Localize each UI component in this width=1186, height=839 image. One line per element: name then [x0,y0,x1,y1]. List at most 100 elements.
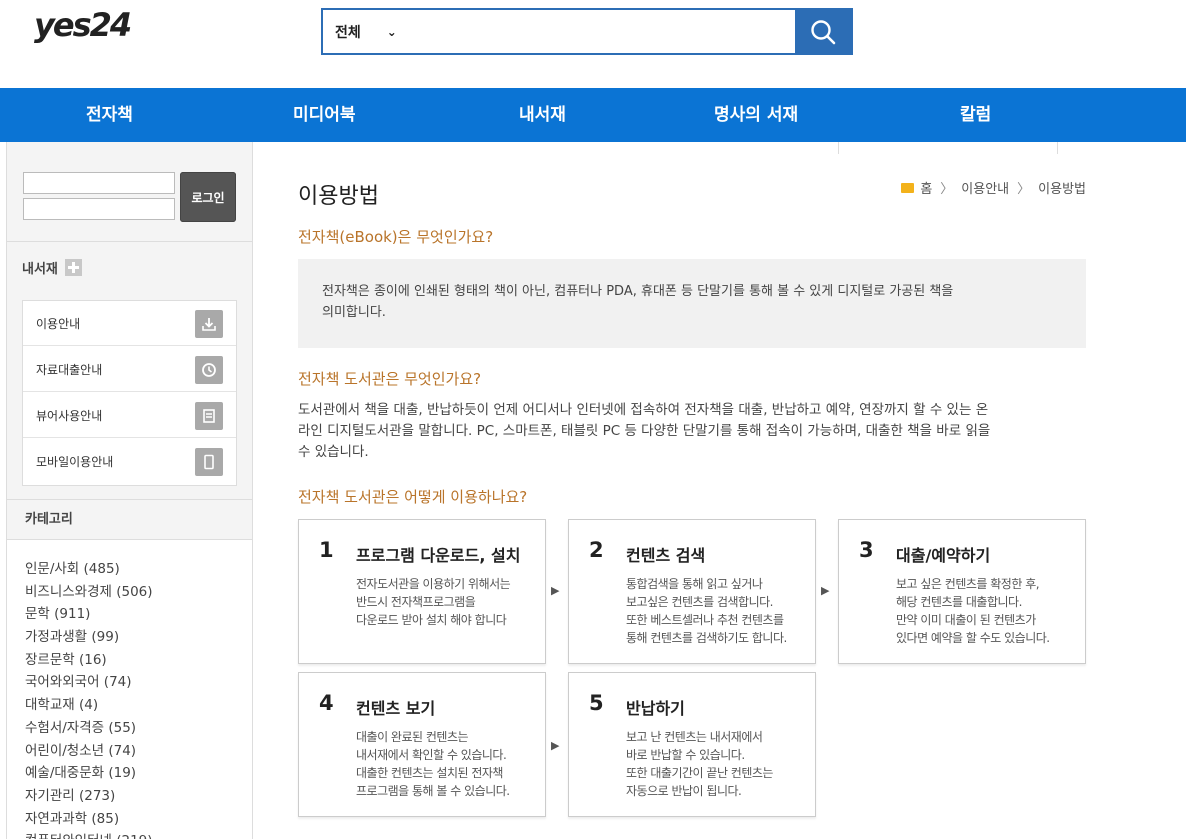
step-description-line: 내서재에서 확인할 수 있습니다. [356,748,507,762]
step-card-4: 4 컨텐츠 보기 대출이 완료된 컨텐츠는 내서재에서 확인할 수 있습니다. … [298,672,546,817]
my-library-label: 내서재 [22,262,58,277]
guide-list: 이용안내 자료대출안내 뷰어사용안내 모바일이용안내 [22,300,237,486]
breadcrumb: 홈 〉 이용안내 〉 이용방법 [901,178,1086,197]
step-card-2: 2 컨텐츠 검색 통합검색을 통해 읽고 싶거나 보고싶은 컨텐츠를 검색합니다… [568,519,816,664]
download-icon [195,310,223,338]
category-item[interactable]: 국어와외국어 (74) [25,671,153,694]
breadcrumb-guide[interactable]: 이용안내 [961,178,1009,197]
step-number: 3 [859,538,874,562]
step-title: 프로그램 다운로드, 설치 [356,546,521,565]
chevron-right-icon: 〉 [1017,182,1031,197]
category-item[interactable]: 비즈니스와경제 (506) [25,581,153,604]
step-number: 4 [319,691,334,715]
step-number: 2 [589,538,604,562]
step-description-line: 통해 컨텐츠를 검색하기도 합니다. [626,631,787,645]
folder-icon [901,182,915,193]
chevron-right-icon: 〉 [940,182,954,197]
ebook-description-line: 의미합니다. [322,305,386,320]
main-nav: 전자책 미디어북 내서재 명사의 서재 칼럼 [0,88,1186,142]
breadcrumb-home[interactable]: 홈 [920,178,932,197]
step-description: 보고 싶은 컨텐츠를 확정한 후, 해당 컨텐츠를 대출합니다. 만약 이미 대… [896,575,1050,647]
step-description-line: 또한 대출기간이 끝난 컨텐츠는 [626,766,773,780]
category-item[interactable]: 자연과과학 (85) [25,808,153,831]
step-description-line: 만약 이미 대출이 된 컨텐츠가 [896,613,1036,627]
step-description: 대출이 완료된 컨텐츠는 내서재에서 확인할 수 있습니다. 대출한 컨텐츠는 … [356,728,510,800]
section-title-what-is-ebook: 전자책(eBook)은 무엇인가요? [298,228,494,246]
category-item[interactable]: 예술/대중문화 (19) [25,762,153,785]
arrow-right-icon: ▶ [821,584,830,597]
clock-icon [195,356,223,384]
nav-mylibrary[interactable]: 내서재 [519,88,566,142]
step-description-line: 또한 베스트셀러나 추천 컨텐츠를 [626,613,784,627]
step-card-5: 5 반납하기 보고 난 컨텐츠는 내서재에서 바로 반납할 수 있습니다. 또한… [568,672,816,817]
library-description: 도서관에서 책을 대출, 반납하듯이 언제 어디서나 인터넷에 접속하여 전자책… [298,400,1086,463]
category-item[interactable]: 장르문학 (16) [25,649,153,672]
category-item[interactable]: 자기관리 (273) [25,785,153,808]
section-title-how-to-use: 전자책 도서관은 어떻게 이용하나요? [298,488,528,506]
category-item[interactable]: 수험서/자격증 (55) [25,717,153,740]
step-description-line: 있다면 예약을 할 수도 있습니다. [896,631,1050,645]
nav-column[interactable]: 칼럼 [960,88,991,142]
guide-item-label: 이용안내 [36,316,81,331]
guide-item-loan[interactable]: 자료대출안내 [23,347,236,392]
login-button[interactable]: 로그인 [180,172,236,222]
library-description-line: 도서관에서 책을 대출, 반납하듯이 언제 어디서나 인터넷에 접속하여 전자책… [298,402,989,418]
breadcrumb-current: 이용방법 [1038,182,1086,197]
nav-divider [838,142,1058,154]
category-item[interactable]: 대학교재 (4) [25,694,153,717]
guide-item-usage[interactable]: 이용안내 [23,301,236,346]
nav-celebrity-library[interactable]: 명사의 서재 [714,88,798,142]
plus-icon[interactable] [64,259,82,276]
step-card-3: 3 대출/예약하기 보고 싶은 컨텐츠를 확정한 후, 해당 컨텐츠를 대출합니… [838,519,1086,664]
guide-item-viewer[interactable]: 뷰어사용안내 [23,393,236,438]
password-field[interactable] [23,198,175,220]
step-description-line: 보고 난 컨텐츠는 내서재에서 [626,730,763,744]
category-item[interactable]: 인문/사회 (485) [25,558,153,581]
search-bar: 전체 ⌄ [321,8,853,55]
step-description-line: 보고싶은 컨텐츠를 검색합니다. [626,595,773,609]
library-description-line: 라인 디지털도서관을 말합니다. PC, 스마트폰, 태블릿 PC 등 다양한 … [298,423,991,439]
step-description: 통합검색을 통해 읽고 싶거나 보고싶은 컨텐츠를 검색합니다. 또한 베스트셀… [626,575,787,647]
step-title: 반납하기 [626,699,685,718]
my-library-title[interactable]: 내서재 [22,258,82,277]
category-item[interactable]: 컴퓨터와인터넷 (219) [25,830,153,839]
category-item[interactable]: 어린이/청소년 (74) [25,740,153,763]
step-description-line: 보고 싶은 컨텐츠를 확정한 후, [896,577,1040,591]
yes24-logo[interactable]: yes24 [34,6,132,44]
mobile-icon [195,448,223,476]
user-id-field[interactable] [23,172,175,194]
sidebar: 로그인 내서재 이용안내 자료대출안내 뷰어사용안내 모바일이용안내 카테고리 … [6,142,253,839]
search-category-label: 전체 [335,24,361,41]
header: yes24 전체 ⌄ [0,0,1186,88]
step-description-line: 반드시 전자책프로그램을 [356,595,476,609]
chevron-down-icon: ⌄ [386,24,397,39]
search-category-select[interactable]: 전체 ⌄ [323,10,433,53]
guide-item-mobile[interactable]: 모바일이용안내 [23,439,236,484]
step-title: 대출/예약하기 [896,546,991,565]
step-number: 1 [319,538,334,562]
step-description-line: 전자도서관을 이용하기 위해서는 [356,577,511,591]
step-description: 전자도서관을 이용하기 위해서는 반드시 전자책프로그램을 다운로드 받아 설치… [356,575,511,629]
section-title-what-is-library: 전자책 도서관은 무엇인가요? [298,370,482,388]
guide-item-label: 뷰어사용안내 [36,408,103,423]
guide-item-label: 모바일이용안내 [36,455,114,469]
search-button[interactable] [795,10,851,53]
category-title: 카테고리 [7,500,252,540]
arrow-right-icon: ▶ [551,584,560,597]
page-title: 이용방법 [298,184,379,209]
guide-item-label: 자료대출안내 [36,362,103,377]
category-item[interactable]: 가정과생활 (99) [25,626,153,649]
step-description-line: 자동으로 반납이 됩니다. [626,784,742,798]
nav-ebook[interactable]: 전자책 [86,88,133,142]
nav-mediabook[interactable]: 미디어북 [293,88,356,142]
arrow-right-icon: ▶ [551,739,560,752]
viewer-icon [195,402,223,430]
search-input[interactable] [433,10,795,53]
category-list: 인문/사회 (485) 비즈니스와경제 (506) 문학 (911) 가정과생활… [25,558,153,839]
category-item[interactable]: 문학 (911) [25,603,153,626]
step-description-line: 바로 반납할 수 있습니다. [626,748,745,762]
step-card-1: 1 프로그램 다운로드, 설치 전자도서관을 이용하기 위해서는 반드시 전자책… [298,519,546,664]
search-icon [811,19,836,44]
step-description: 보고 난 컨텐츠는 내서재에서 바로 반납할 수 있습니다. 또한 대출기간이 … [626,728,773,800]
step-description-line: 통합검색을 통해 읽고 싶거나 [626,577,763,591]
